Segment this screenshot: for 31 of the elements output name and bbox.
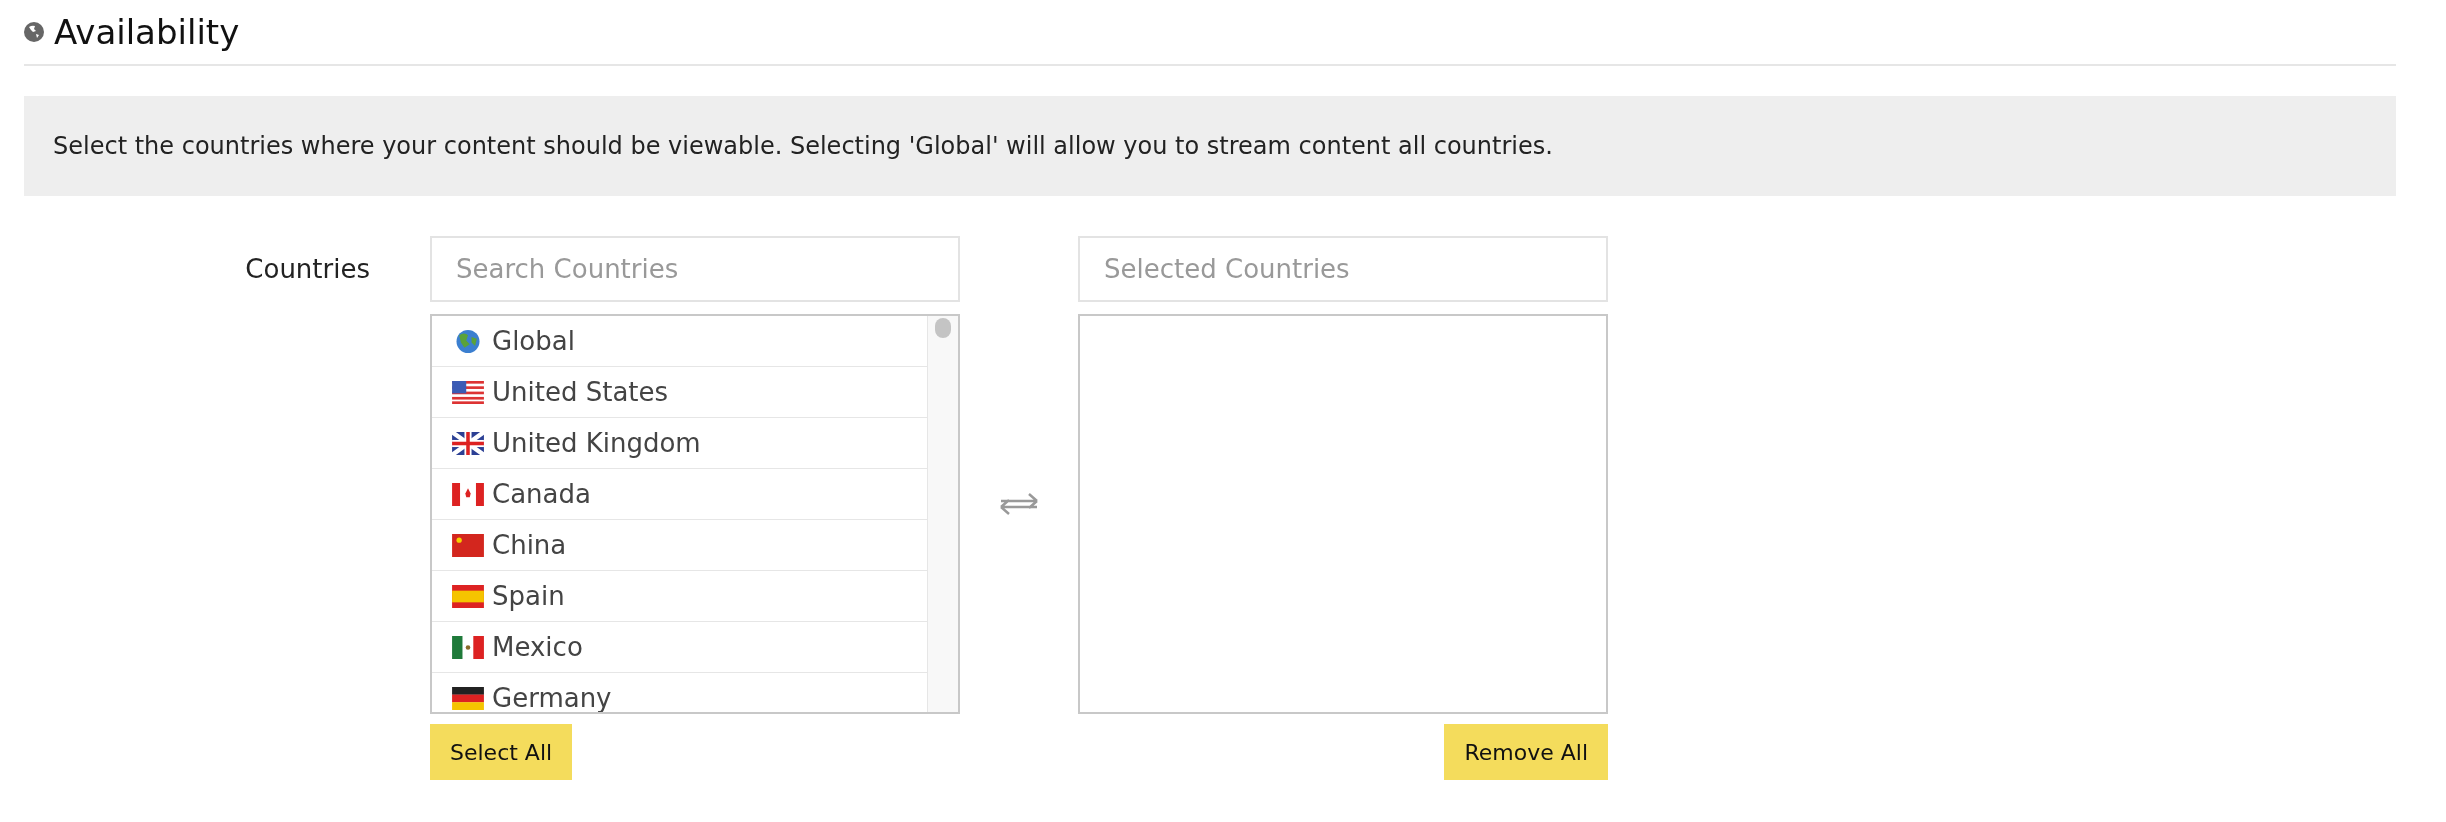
flag-icon	[452, 380, 484, 404]
country-name: Spain	[492, 581, 565, 611]
country-item[interactable]: China	[432, 520, 927, 571]
remove-all-button[interactable]: Remove All	[1444, 724, 1608, 780]
country-name: Mexico	[492, 632, 583, 662]
flag-icon	[452, 482, 484, 506]
info-banner: Select the countries where your content should be viewable. Selecting 'Global' will allow you to stream content all countries.	[24, 96, 2396, 196]
country-item[interactable]: United Kingdom	[432, 418, 927, 469]
country-item[interactable]: Mexico	[432, 622, 927, 673]
country-name: Canada	[492, 479, 591, 509]
flag-icon	[452, 431, 484, 455]
flag-icon	[452, 584, 484, 608]
flag-icon	[452, 533, 484, 557]
field-label: Countries	[244, 253, 371, 286]
scrollbar[interactable]	[927, 316, 958, 712]
country-name: Global	[492, 326, 575, 356]
country-name: United States	[492, 377, 669, 407]
country-name: Germany	[492, 683, 612, 712]
country-item[interactable]: Canada	[432, 469, 927, 520]
globe-icon	[24, 22, 44, 42]
section-title: Availability	[54, 12, 240, 52]
country-item[interactable]: Spain	[432, 571, 927, 622]
country-item[interactable]: Global	[432, 316, 927, 367]
select-all-button[interactable]: Select All	[430, 724, 573, 780]
flag-icon	[452, 686, 484, 710]
country-name: United Kingdom	[492, 428, 701, 458]
country-item[interactable]: United States	[432, 367, 927, 418]
selected-countries-field[interactable]: Selected Countries	[1078, 236, 1608, 302]
country-name: China	[492, 530, 567, 560]
flag-icon	[452, 635, 484, 659]
search-field[interactable]: Search Countries	[430, 236, 960, 302]
